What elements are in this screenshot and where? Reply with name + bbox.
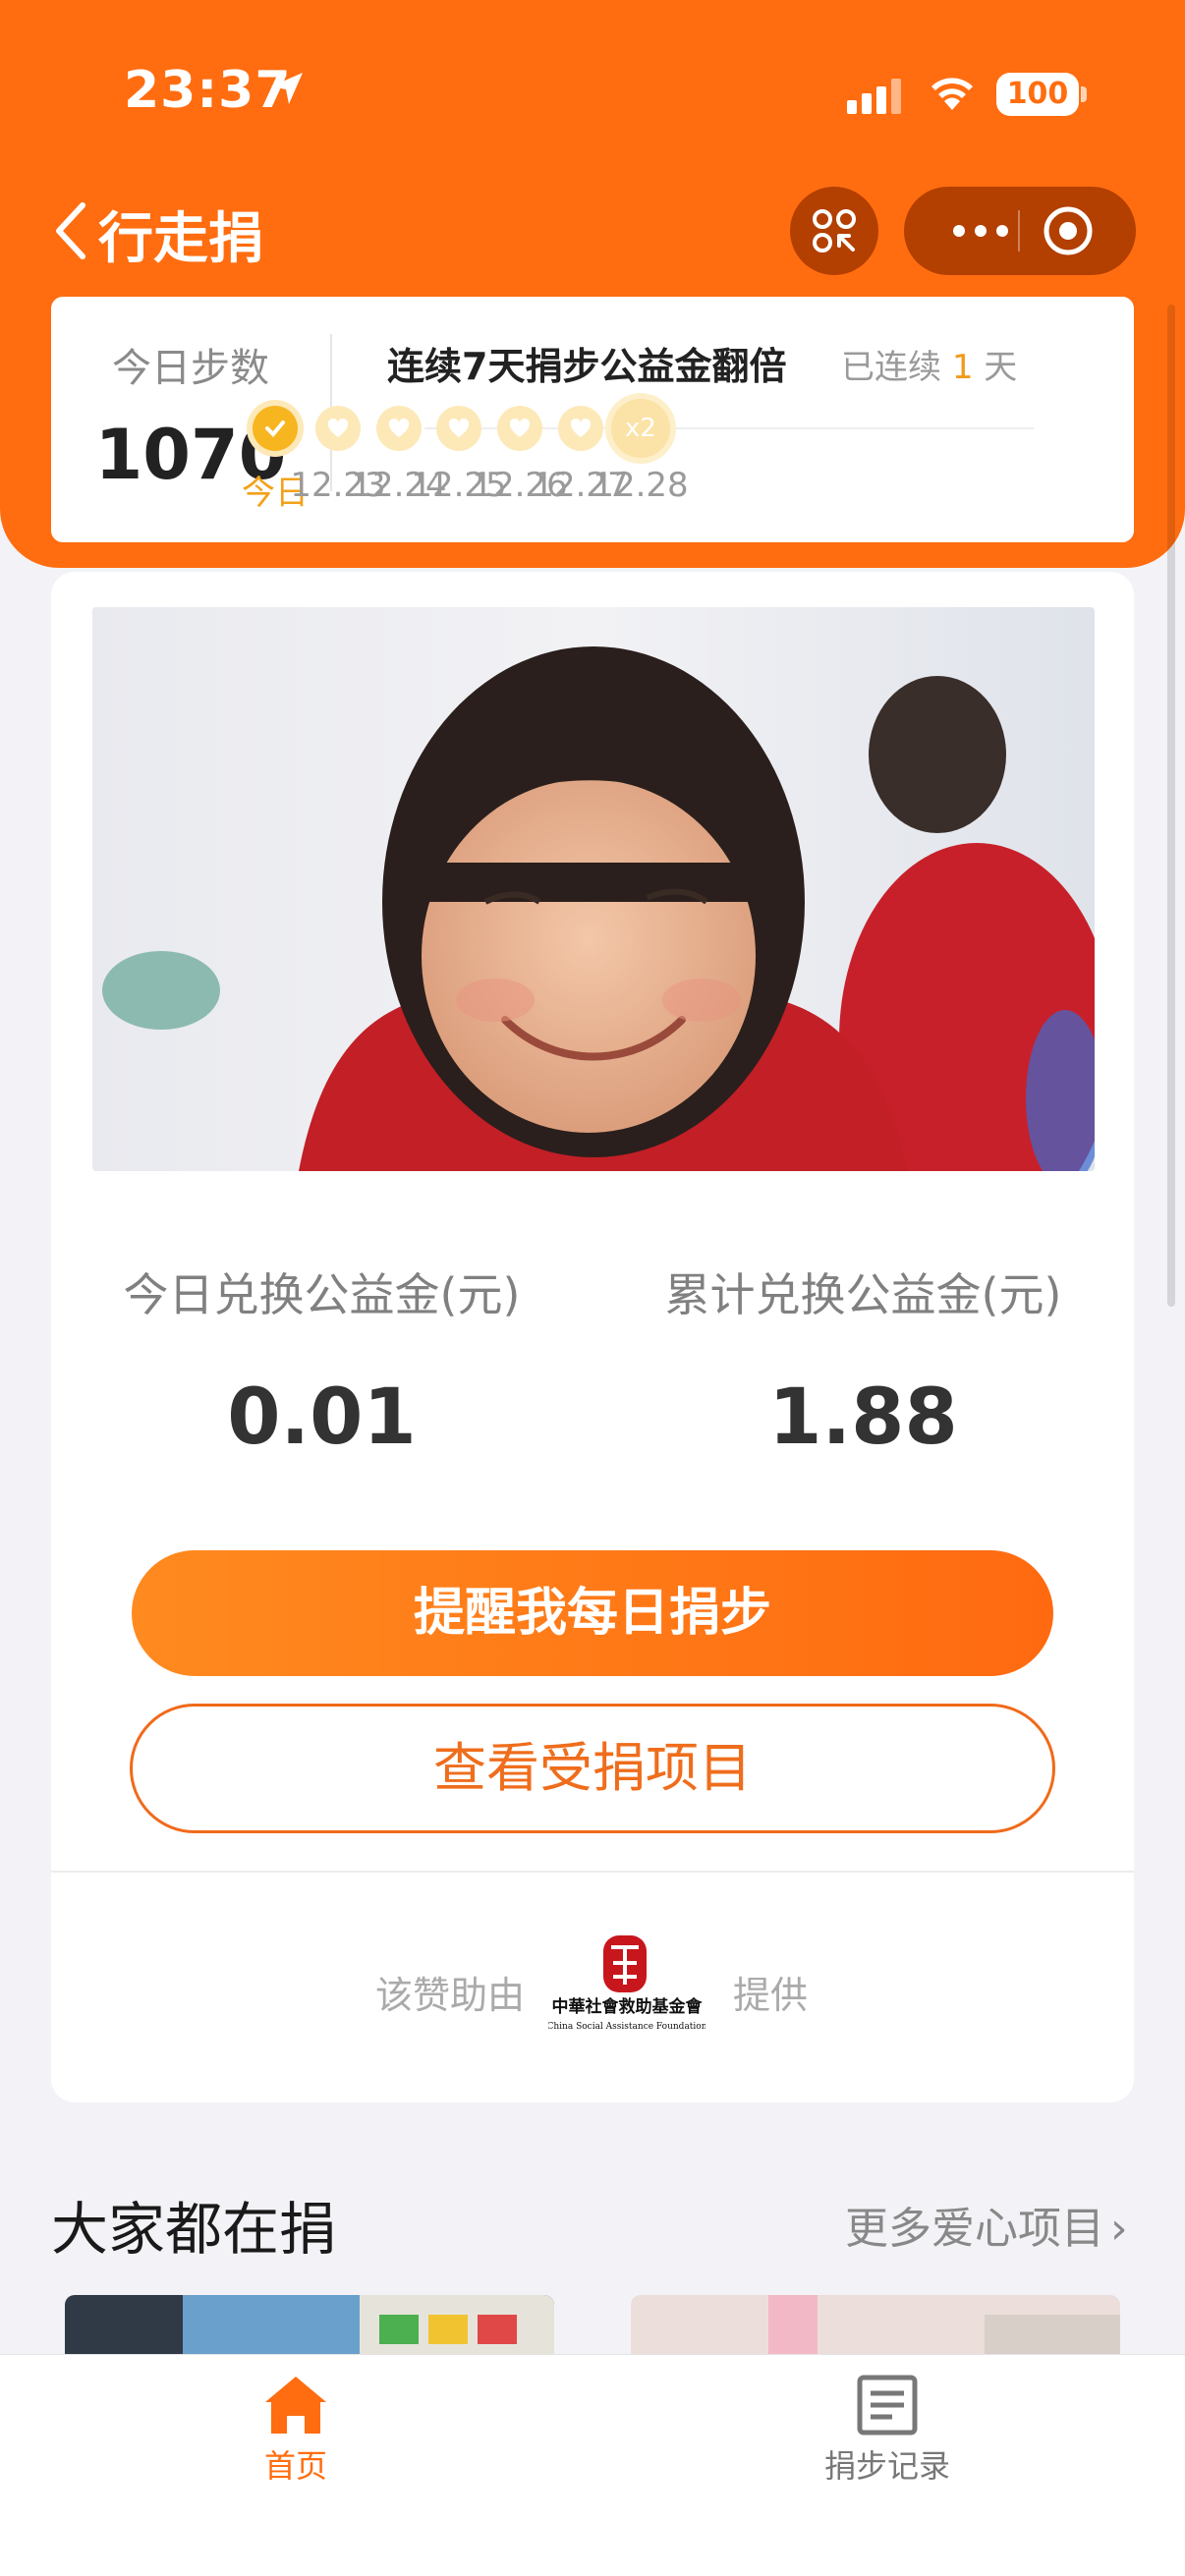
streak-title: 连续7天捐步公益金翻倍 — [387, 345, 787, 388]
scan-icon — [813, 209, 856, 252]
location-arrow-icon — [271, 73, 303, 104]
total-fund-value: 1.88 — [768, 1373, 958, 1462]
donation-card: 今日兑换公益金(元) 累计兑换公益金(元) 0.01 1.88 提醒我每日捐步 … — [51, 572, 1134, 2102]
view-projects-button[interactable]: 查看受捐项目 — [130, 1704, 1055, 1833]
more-dot-icon — [975, 225, 987, 237]
tab-records-label: 捐步记录 — [823, 2447, 950, 2485]
heart-icon — [315, 406, 361, 451]
steps-card: 今日步数 1070 连续7天捐步公益金翻倍 已连续 1 天 x2 今日 12.2… — [51, 297, 1134, 542]
remind-daily-button[interactable]: 提醒我每日捐步 — [132, 1550, 1053, 1676]
card-divider — [51, 1871, 1134, 1873]
miniprogram-capsule — [904, 187, 1136, 275]
heart-icon — [497, 406, 542, 451]
sponsor-suffix: 提供 — [733, 1974, 809, 2017]
status-bar: 23:37 100 — [0, 0, 1185, 187]
streak-status: 已连续 1 天 — [841, 340, 1017, 388]
status-time: 23:37 — [124, 61, 292, 120]
more-projects-label: 更多爱心项目 — [845, 2204, 1104, 2254]
double-bonus-badge: x2 — [611, 399, 670, 458]
tab-bar: 首页 捐步记录 — [0, 2354, 1185, 2576]
streak-day-label: 12.28 — [592, 466, 689, 505]
capsule-divider — [1018, 210, 1020, 252]
cellular-signal-icon — [847, 79, 901, 114]
today-fund-value: 0.01 — [227, 1373, 417, 1462]
close-miniprogram-icon[interactable] — [1042, 204, 1095, 257]
streak-count: 1 — [951, 348, 974, 387]
wifi-icon — [931, 78, 973, 110]
home-icon — [265, 2377, 326, 2434]
more-button[interactable] — [933, 187, 1028, 275]
today-steps-label: 今日步数 — [112, 346, 269, 391]
foundation-logo: 中華社會救助基金會 China Social Assistance Founda… — [548, 1935, 705, 2032]
foundation-logo-cn: 中華社會救助基金會 — [552, 1996, 704, 2017]
scan-button[interactable] — [790, 187, 878, 275]
chevron-right-icon: › — [1110, 2204, 1128, 2254]
more-dot-icon — [996, 225, 1008, 237]
heart-icon — [436, 406, 481, 451]
more-dot-icon — [953, 225, 965, 237]
streak-day-done-icon — [253, 406, 298, 451]
tab-home[interactable]: 首页 — [178, 2375, 414, 2487]
scrollbar[interactable] — [1167, 305, 1175, 1307]
streak-prefix: 已连续 — [841, 348, 941, 387]
smiling-child-photo — [92, 607, 1095, 1171]
heart-icon — [376, 406, 422, 451]
page-title: 行走捐 — [98, 207, 263, 271]
back-chevron-icon[interactable] — [51, 199, 90, 262]
streak-suffix: 天 — [984, 348, 1018, 387]
heart-icon — [558, 406, 603, 451]
more-projects-link[interactable]: 更多爱心项目 › — [845, 2193, 1128, 2256]
total-fund-label: 累计兑换公益金(元) — [664, 1268, 1062, 1321]
battery-tip — [1081, 86, 1087, 102]
tab-step-records[interactable]: 捐步记录 — [769, 2375, 1005, 2487]
foundation-logo-en: China Social Assistance Foundation — [548, 2022, 705, 2032]
section-title: 大家都在捐 — [51, 2196, 337, 2263]
today-fund-label: 今日兑换公益金(元) — [123, 1268, 521, 1321]
records-list-icon — [857, 2375, 918, 2436]
battery-indicator: 100 — [996, 73, 1079, 116]
sponsor-prefix: 该赞助由 — [375, 1974, 526, 2017]
tab-home-label: 首页 — [263, 2447, 327, 2485]
